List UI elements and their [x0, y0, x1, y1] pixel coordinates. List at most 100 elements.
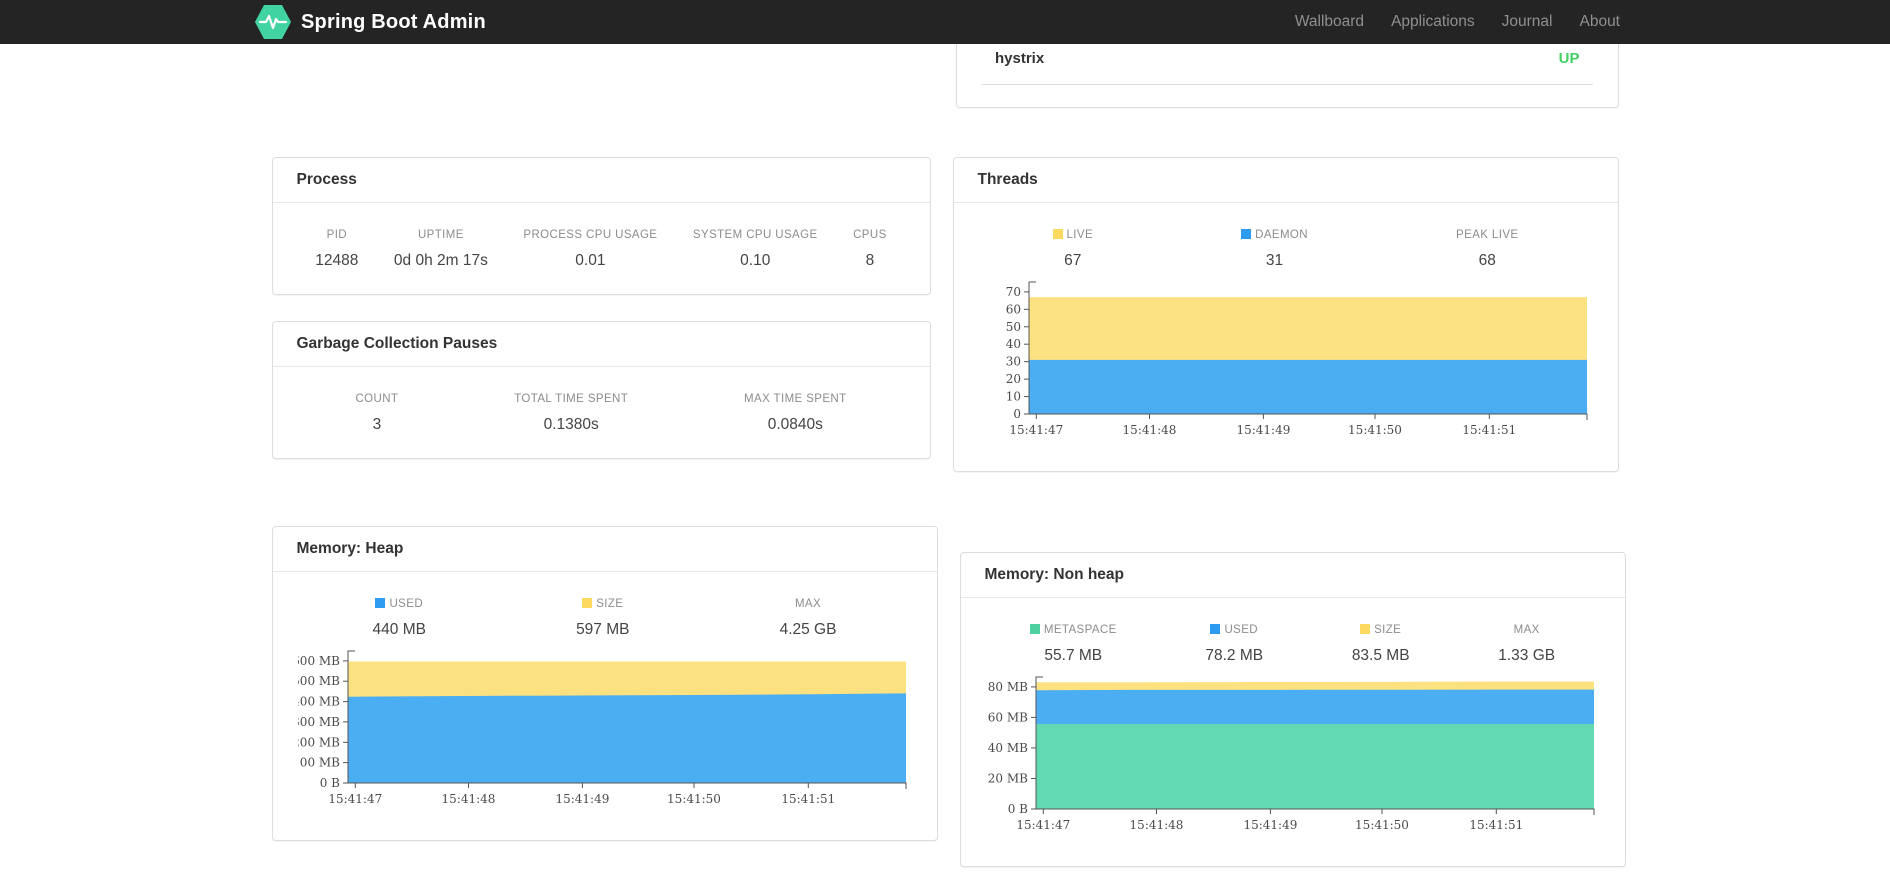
metric-value: 0.10	[740, 252, 771, 269]
svg-text:0: 0	[1013, 407, 1021, 421]
metric-pid: PID 12488	[315, 229, 358, 270]
svg-text:15:41:47: 15:41:47	[328, 792, 382, 806]
legend-label: SIZE	[576, 598, 629, 610]
legend-value: 67	[1064, 252, 1082, 269]
heap-chart: 0 B 100 MB 200 MB 300 MB 400 MB 500 MB 600 MB 1…	[292, 649, 912, 816]
nav-item-applications[interactable]: Applications	[1391, 13, 1475, 31]
nav-item-wallboard[interactable]: Wallboard	[1295, 13, 1364, 31]
metric-value: 3	[372, 416, 382, 433]
nav-item-journal[interactable]: Journal	[1502, 13, 1553, 31]
svg-text:300 MB: 300 MB	[298, 715, 340, 729]
legend-value: 55.7 MB	[1044, 647, 1103, 664]
metric-value: 0d 0h 2m 17s	[393, 252, 488, 269]
svg-text:15:41:51: 15:41:51	[1462, 423, 1516, 437]
metric-gc-total-time: TOTAL TIME SPENT 0.1380s	[514, 393, 628, 434]
metric-process-cpu-usage: PROCESS CPU USAGE 0.01	[523, 229, 657, 270]
navbar: Spring Boot Admin Wallboard Applications…	[0, 0, 1890, 44]
metric-uptime: UPTIME 0d 0h 2m 17s	[394, 229, 488, 270]
metric-label: MAX TIME SPENT	[744, 393, 847, 405]
svg-text:40 MB: 40 MB	[987, 741, 1027, 755]
svg-text:15:41:51: 15:41:51	[1469, 818, 1523, 832]
legend-label: DAEMON	[1241, 229, 1308, 241]
svg-text:0 B: 0 B	[319, 776, 339, 790]
threads-card: Threads LIVE 67 DAEMON 31 PEAK LIVE 68 0…	[952, 157, 1619, 472]
nonheap-card-title: Memory: Non heap	[960, 553, 1625, 598]
legend-live: LIVE 67	[1052, 229, 1094, 270]
legend-swatch	[1210, 624, 1221, 634]
legend-value: 78.2 MB	[1205, 647, 1264, 664]
svg-text:15:41:48: 15:41:48	[441, 792, 495, 806]
legend-swatch	[1241, 229, 1252, 239]
metric-gc-max-time: MAX TIME SPENT 0.0840s	[744, 393, 847, 434]
svg-text:80 MB: 80 MB	[987, 680, 1027, 694]
heap-legend: USED 440 MB SIZE 597 MB MAX 4.25 GB	[298, 598, 912, 639]
svg-text:50: 50	[1005, 320, 1020, 334]
gc-card-title: Garbage Collection Pauses	[272, 322, 930, 367]
legend-label: LIVE	[1052, 229, 1094, 241]
status-badge: UP	[1558, 50, 1580, 67]
svg-text:15:41:51: 15:41:51	[781, 792, 835, 806]
svg-text:10: 10	[1005, 390, 1020, 404]
svg-text:15:41:49: 15:41:49	[1243, 818, 1297, 832]
svg-text:60 MB: 60 MB	[987, 710, 1027, 724]
svg-text:15:41:48: 15:41:48	[1129, 818, 1183, 832]
svg-text:0 B: 0 B	[1007, 802, 1027, 816]
threads-card-title: Threads	[953, 158, 1618, 203]
svg-text:400 MB: 400 MB	[298, 695, 340, 709]
legend-size: SIZE 83.5 MB	[1352, 624, 1410, 665]
gc-metrics: COUNT 3 TOTAL TIME SPENT 0.1380s MAX TIM…	[298, 393, 905, 434]
legend-value: 4.25 GB	[779, 621, 837, 638]
service-name: hystrix	[995, 50, 1045, 67]
legend-peak-live: PEAK LIVE 68	[1456, 229, 1518, 270]
process-metrics: PID 12488 UPTIME 0d 0h 2m 17s PROCESS CP…	[298, 229, 905, 270]
brand[interactable]: Spring Boot Admin	[255, 5, 486, 39]
legend-value: 83.5 MB	[1351, 647, 1410, 664]
svg-text:500 MB: 500 MB	[298, 674, 340, 688]
health-row-hystrix: hystrix UP	[982, 44, 1593, 85]
legend-label: MAX	[794, 598, 822, 610]
legend-swatch	[1360, 624, 1371, 634]
legend-used: USED 78.2 MB	[1205, 624, 1263, 665]
legend-value: 597 MB	[576, 621, 630, 638]
nav-item-about[interactable]: About	[1579, 13, 1620, 31]
metric-gc-count: COUNT 3	[355, 393, 398, 434]
svg-text:15:41:50: 15:41:50	[1355, 818, 1409, 832]
svg-text:20 MB: 20 MB	[987, 772, 1027, 786]
legend-value: 68	[1478, 252, 1496, 269]
gc-card: Garbage Collection Pauses COUNT 3 TOTAL …	[271, 321, 931, 459]
legend-label: PEAK LIVE	[1456, 229, 1519, 241]
metric-label: CPUS	[853, 229, 887, 241]
legend-label: SIZE	[1352, 624, 1410, 636]
legend-daemon: DAEMON 31	[1241, 229, 1308, 270]
legend-swatch	[1029, 624, 1040, 634]
nonheap-legend: METASPACE 55.7 MB USED 78.2 MB SIZE 83.5…	[986, 624, 1600, 665]
brand-title: Spring Boot Admin	[301, 10, 486, 33]
metric-label: PROCESS CPU USAGE	[523, 229, 658, 241]
brand-logo-icon	[255, 5, 291, 39]
metric-value: 8	[865, 252, 875, 269]
legend-swatch	[1052, 229, 1063, 239]
nav-links: Wallboard Applications Journal About	[1295, 13, 1620, 31]
svg-text:200 MB: 200 MB	[298, 735, 340, 749]
legend-value: 1.33 GB	[1498, 647, 1556, 664]
legend-label: METASPACE	[1029, 624, 1117, 636]
legend-max: MAX 1.33 GB	[1498, 624, 1555, 665]
svg-text:15:41:50: 15:41:50	[667, 792, 721, 806]
legend-label: MAX	[1513, 624, 1540, 636]
metric-cpus: CPUS 8	[853, 229, 887, 270]
metric-value: 0.0840s	[767, 416, 823, 433]
nonheap-card: Memory: Non heap METASPACE 55.7 MB USED …	[959, 552, 1626, 867]
metric-value: 0.1380s	[543, 416, 599, 433]
svg-text:30: 30	[1005, 355, 1020, 369]
process-card-title: Process	[272, 158, 930, 203]
svg-text:100 MB: 100 MB	[298, 756, 340, 770]
svg-text:15:41:47: 15:41:47	[1016, 818, 1070, 832]
legend-swatch	[582, 598, 593, 608]
legend-label: USED	[1205, 624, 1263, 636]
metric-label: PID	[326, 229, 347, 241]
nonheap-chart: 0 B 20 MB 40 MB 60 MB 80 MB 15:41:47 15:41:48 1…	[986, 675, 1600, 842]
metric-system-cpu-usage: SYSTEM CPU USAGE 0.10	[693, 229, 818, 270]
svg-text:600 MB: 600 MB	[298, 654, 340, 668]
metric-value: 0.01	[575, 252, 606, 269]
legend-value: 31	[1265, 252, 1284, 269]
